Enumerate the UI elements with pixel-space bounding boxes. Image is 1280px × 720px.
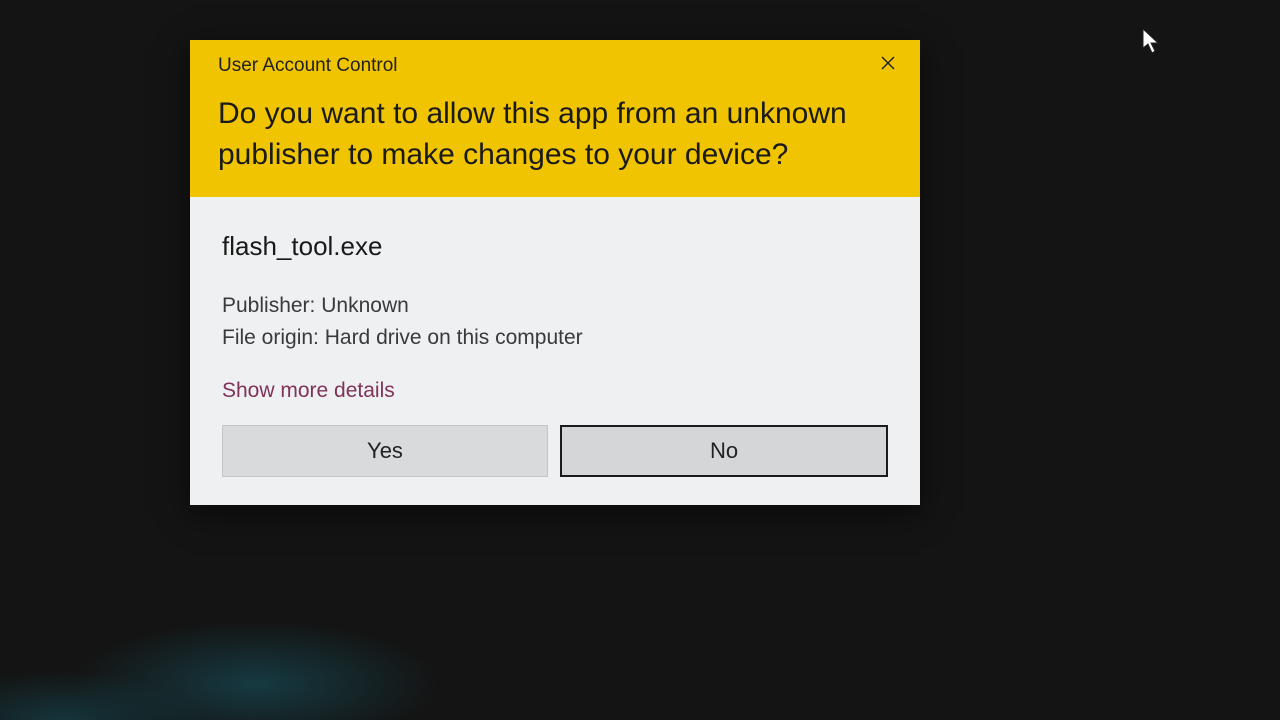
uac-dialog: User Account Control Do you want to allo… bbox=[190, 40, 920, 505]
no-button[interactable]: No bbox=[560, 425, 888, 477]
close-icon bbox=[880, 51, 896, 77]
button-row: Yes No bbox=[222, 425, 888, 477]
origin-line: File origin: Hard drive on this computer bbox=[222, 322, 888, 354]
origin-value: Hard drive on this computer bbox=[325, 326, 583, 349]
show-more-details-link[interactable]: Show more details bbox=[222, 379, 395, 403]
publisher-line: Publisher: Unknown bbox=[222, 290, 888, 322]
dialog-title: User Account Control bbox=[218, 55, 398, 77]
dialog-header: User Account Control Do you want to allo… bbox=[190, 40, 920, 197]
close-button[interactable] bbox=[868, 48, 908, 80]
publisher-value: Unknown bbox=[321, 294, 409, 317]
yes-button[interactable]: Yes bbox=[222, 425, 548, 477]
dialog-heading: Do you want to allow this app from an un… bbox=[218, 94, 892, 175]
publisher-label: Publisher: bbox=[222, 294, 315, 317]
app-name: flash_tool.exe bbox=[222, 231, 888, 262]
origin-label: File origin: bbox=[222, 326, 319, 349]
dialog-body: flash_tool.exe Publisher: Unknown File o… bbox=[190, 197, 920, 505]
